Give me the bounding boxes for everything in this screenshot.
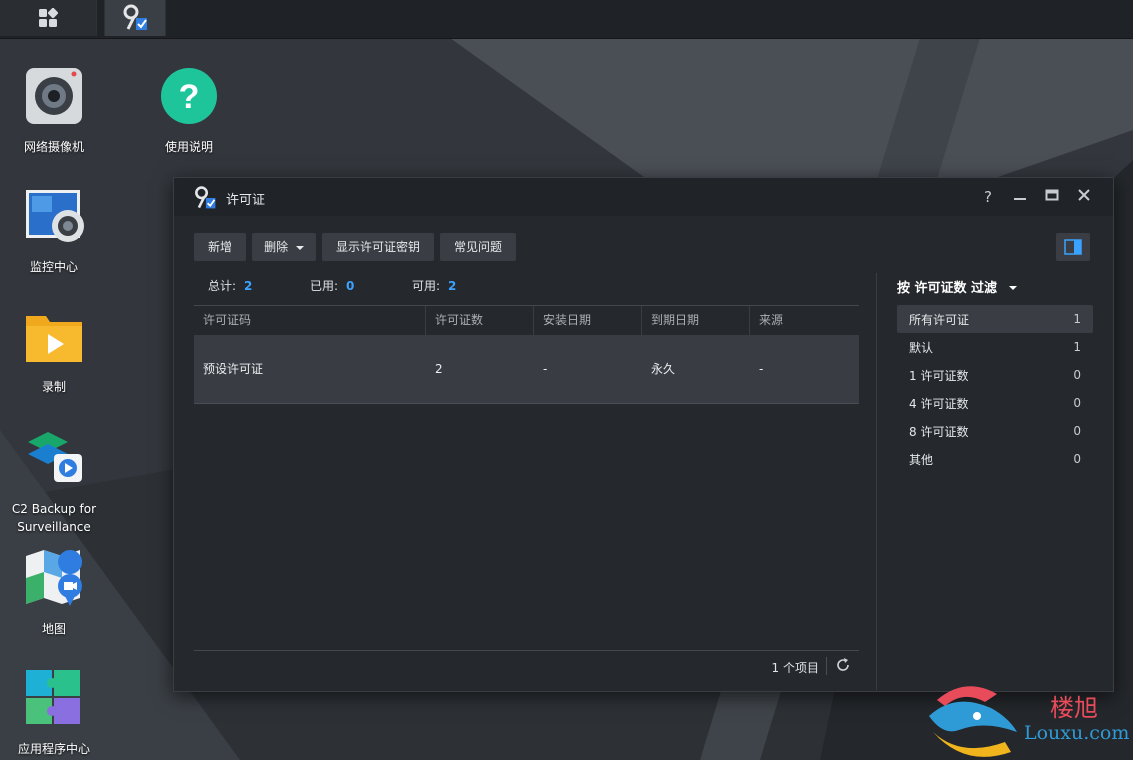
svg-text:?: ? bbox=[179, 78, 200, 116]
desktop-icon-label: 使用说明 bbox=[164, 140, 213, 154]
help-icon: ? bbox=[161, 68, 217, 124]
stat-total: 总计: 2 bbox=[208, 277, 252, 294]
filter-panel: 按 许可证数 过滤 所有许可证 1 默认 1 1 许可证数 0 4 许可证数 0… bbox=[876, 273, 1113, 690]
filter-item-count: 1 bbox=[1073, 312, 1081, 326]
desktop-icon-map[interactable]: 地图 bbox=[0, 548, 108, 638]
item-count: 1 个项目 bbox=[771, 661, 819, 675]
desktop-icon-monitor-center[interactable]: 监控中心 bbox=[0, 186, 108, 276]
desktop-icon-label: 网络摄像机 bbox=[23, 140, 84, 154]
window-titlebar[interactable]: 许可证 ? bbox=[174, 178, 1113, 216]
filter-list: 所有许可证 1 默认 1 1 许可证数 0 4 许可证数 0 8 许可证数 0 … bbox=[897, 305, 1093, 473]
column-header-install-date[interactable]: 安装日期 bbox=[534, 306, 642, 335]
refresh-icon[interactable] bbox=[835, 657, 851, 673]
filter-item-other[interactable]: 其他 0 bbox=[897, 445, 1093, 473]
desktop-icon-label: 地图 bbox=[41, 622, 66, 636]
license-key-icon bbox=[123, 4, 147, 30]
license-table: 许可证码 许可证数 安装日期 到期日期 来源 预设许可证 2 - 永久 - bbox=[194, 305, 859, 404]
add-button[interactable]: 新增 bbox=[194, 233, 246, 261]
column-header-license-count[interactable]: 许可证数 bbox=[426, 306, 534, 335]
filter-item-label: 1 许可证数 bbox=[909, 368, 969, 383]
stat-used: 已用: 0 bbox=[310, 277, 354, 294]
cell-license-count: 2 bbox=[435, 362, 443, 376]
filter-item-label: 默认 bbox=[909, 340, 934, 355]
minimize-icon bbox=[1014, 198, 1026, 200]
desktop-icon-help[interactable]: ? 使用说明 bbox=[135, 66, 243, 156]
monitor-center-icon bbox=[26, 190, 84, 242]
delete-label: 删除 bbox=[264, 240, 289, 254]
desktop-icon-c2-backup[interactable]: C2 Backup for Surveillance bbox=[0, 428, 108, 536]
recording-folder-icon bbox=[26, 316, 82, 362]
filter-item-count: 0 bbox=[1073, 424, 1081, 438]
filter-item-count: 0 bbox=[1073, 368, 1081, 382]
column-header-license-code[interactable]: 许可证码 bbox=[194, 306, 426, 335]
maximize-button[interactable] bbox=[1042, 187, 1062, 207]
filter-item-label: 4 许可证数 bbox=[909, 396, 969, 411]
table-row[interactable]: 预设许可证 2 - 永久 - bbox=[194, 335, 859, 404]
package-center-icon bbox=[26, 670, 80, 724]
filter-item-count: 0 bbox=[1073, 452, 1081, 466]
cell-source: - bbox=[759, 362, 764, 376]
filter-item-8[interactable]: 8 许可证数 0 bbox=[897, 417, 1093, 445]
table-footer: 1 个项目 bbox=[194, 650, 859, 681]
taskbar bbox=[0, 0, 1133, 39]
cell-install-date: - bbox=[543, 362, 548, 376]
camera-icon bbox=[26, 68, 82, 124]
filter-item-1[interactable]: 1 许可证数 0 bbox=[897, 361, 1093, 389]
filter-item-label: 所有许可证 bbox=[909, 312, 970, 327]
desktop-icon-label: 录制 bbox=[41, 380, 66, 394]
grid-icon bbox=[39, 8, 58, 27]
stat-available-value: 2 bbox=[448, 279, 457, 293]
desktop-icon-recording[interactable]: 录制 bbox=[0, 306, 108, 396]
filter-item-default[interactable]: 默认 1 bbox=[897, 333, 1093, 361]
desktop-icon-label: C2 Backup for Surveillance bbox=[11, 502, 97, 534]
stat-total-value: 2 bbox=[244, 279, 253, 293]
taskbar-license-app[interactable] bbox=[104, 0, 166, 36]
side-panel-icon bbox=[1064, 239, 1082, 255]
filter-item-count: 1 bbox=[1073, 340, 1081, 354]
filter-item-count: 0 bbox=[1073, 396, 1081, 410]
filter-item-4[interactable]: 4 许可证数 0 bbox=[897, 389, 1093, 417]
license-window: 许可证 ? 新增 删除 显示许可证密钥 常见问题 总计: 2 已用: 0 可用: 2 bbox=[173, 177, 1114, 692]
filter-item-label: 8 许可证数 bbox=[909, 424, 969, 439]
stat-available-label: 可用: bbox=[412, 279, 441, 293]
watermark-en: Louxu.com bbox=[1024, 722, 1130, 744]
watermark-logo bbox=[929, 686, 1017, 757]
stat-total-label: 总计: bbox=[208, 279, 237, 293]
minimize-button[interactable] bbox=[1010, 187, 1030, 207]
delete-button[interactable]: 删除 bbox=[252, 233, 316, 261]
close-button[interactable] bbox=[1074, 187, 1094, 207]
main-menu-button[interactable] bbox=[0, 0, 97, 36]
stat-used-label: 已用: bbox=[310, 279, 339, 293]
c2-backup-icon bbox=[28, 432, 82, 482]
column-header-expiry-date[interactable]: 到期日期 bbox=[642, 306, 750, 335]
table-header: 许可证码 许可证数 安装日期 到期日期 来源 bbox=[194, 305, 859, 335]
filter-item-all[interactable]: 所有许可证 1 bbox=[897, 305, 1093, 333]
license-key-icon bbox=[195, 186, 216, 209]
close-icon bbox=[1078, 189, 1090, 201]
desktop-icon-label: 应用程序中心 bbox=[17, 742, 90, 756]
desktop-icon-camera[interactable]: 网络摄像机 bbox=[0, 66, 108, 156]
stat-available: 可用: 2 bbox=[412, 277, 456, 294]
maximize-icon bbox=[1045, 189, 1059, 201]
help-button[interactable]: ? bbox=[978, 187, 998, 207]
footer-divider bbox=[826, 657, 827, 675]
filter-dropdown[interactable]: 按 许可证数 过滤 bbox=[897, 277, 1018, 296]
map-icon bbox=[26, 550, 83, 606]
filter-title: 按 许可证数 过滤 bbox=[897, 281, 998, 296]
faq-button[interactable]: 常见问题 bbox=[440, 233, 516, 261]
caret-down-icon bbox=[295, 246, 304, 250]
stat-used-value: 0 bbox=[346, 279, 355, 293]
filter-item-label: 其他 bbox=[909, 452, 934, 467]
cell-license-code: 预设许可证 bbox=[203, 362, 264, 376]
cell-expiry-date: 永久 bbox=[651, 362, 676, 376]
column-header-source[interactable]: 来源 bbox=[750, 306, 859, 335]
watermark-cn: 楼旭 bbox=[1050, 694, 1098, 722]
desktop-icon-label: 监控中心 bbox=[29, 260, 78, 274]
show-license-key-button[interactable]: 显示许可证密钥 bbox=[322, 233, 434, 261]
caret-down-icon bbox=[1008, 286, 1017, 290]
window-title: 许可证 bbox=[226, 193, 266, 208]
desktop-icon-package-center[interactable]: 应用程序中心 bbox=[0, 668, 108, 758]
panel-toggle-button[interactable] bbox=[1056, 233, 1090, 261]
